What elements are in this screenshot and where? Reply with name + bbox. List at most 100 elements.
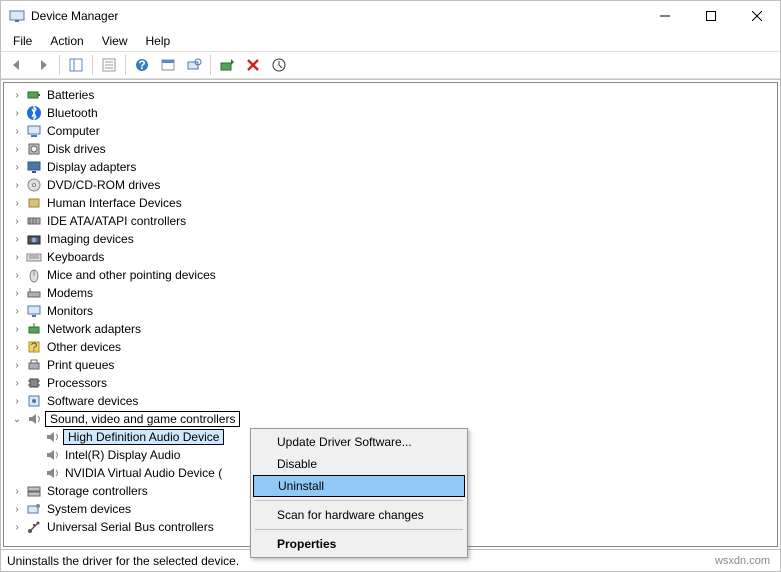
tree-node[interactable]: › Processors (10, 374, 777, 392)
chevron-right-icon[interactable]: › (10, 304, 24, 318)
minimize-button[interactable] (642, 1, 688, 31)
chevron-right-icon[interactable]: › (10, 250, 24, 264)
back-button[interactable] (5, 54, 29, 76)
tree-node-label: Storage controllers (45, 484, 150, 498)
tree-node-label: Universal Serial Bus controllers (45, 520, 216, 534)
close-button[interactable] (734, 1, 780, 31)
show-hide-console-tree-button[interactable] (64, 54, 88, 76)
tree-node[interactable]: ›Software devices (10, 392, 777, 410)
window-title: Device Manager (31, 9, 642, 23)
scan-hardware-button[interactable] (182, 54, 206, 76)
menu-action[interactable]: Action (42, 32, 91, 50)
tree-node[interactable]: ›Keyboards (10, 248, 777, 266)
tree-node[interactable]: › Mice and other pointing devices (10, 266, 777, 284)
ide-icon (26, 213, 42, 229)
dvd-icon (26, 177, 42, 193)
tree-node-label: Mice and other pointing devices (45, 268, 218, 282)
tree-node[interactable]: ›IDE ATA/ATAPI controllers (10, 212, 777, 230)
chevron-right-icon[interactable]: › (10, 106, 24, 120)
tree-node[interactable]: › Bluetooth (10, 104, 777, 122)
properties-button[interactable] (97, 54, 121, 76)
chevron-right-icon[interactable]: › (10, 376, 24, 390)
menu-view[interactable]: View (94, 32, 136, 50)
tree-node-label: Display adapters (45, 160, 138, 174)
menu-file[interactable]: File (5, 32, 40, 50)
monitor-icon (26, 303, 42, 319)
chevron-right-icon[interactable]: › (10, 160, 24, 174)
printer-icon (26, 357, 42, 373)
toolbar: ? (1, 51, 780, 79)
tree-node-label: System devices (45, 502, 133, 516)
tree-node[interactable]: ›DVD/CD-ROM drives (10, 176, 777, 194)
tree-node[interactable]: ›Print queues (10, 356, 777, 374)
chevron-right-icon[interactable]: › (10, 358, 24, 372)
chevron-right-icon[interactable]: › (10, 394, 24, 408)
chevron-right-icon[interactable]: › (10, 322, 24, 336)
tree-node[interactable]: › Imaging devices (10, 230, 777, 248)
tree-node[interactable]: ⌄ Sound, video and game controllers (10, 410, 777, 428)
tree-node[interactable]: › Human Interface Devices (10, 194, 777, 212)
context-menu-item[interactable]: Properties (253, 533, 465, 555)
imaging-icon (26, 231, 42, 247)
update-driver-button[interactable] (215, 54, 239, 76)
chevron-right-icon[interactable]: › (10, 340, 24, 354)
cpu-icon (26, 375, 42, 391)
tree-node-label: Imaging devices (45, 232, 136, 246)
content-area: ›Batteries›Bluetooth›Computer›Disk drive… (1, 79, 780, 549)
chevron-right-icon[interactable]: › (10, 232, 24, 246)
chevron-right-icon[interactable]: › (10, 484, 24, 498)
titlebar: Device Manager (1, 1, 780, 31)
spacer (28, 466, 42, 480)
storage-icon (26, 483, 42, 499)
tree-node-label: Bluetooth (45, 106, 100, 120)
modem-icon (26, 285, 42, 301)
menu-help[interactable]: Help (138, 32, 179, 50)
context-menu-item[interactable]: Uninstall (253, 475, 465, 497)
chevron-right-icon[interactable]: › (10, 142, 24, 156)
tree-node-label: Network adapters (45, 322, 143, 336)
speaker-icon (44, 429, 60, 445)
chevron-right-icon[interactable]: › (10, 88, 24, 102)
tree-node[interactable]: ›Disk drives (10, 140, 777, 158)
chevron-right-icon[interactable]: › (10, 286, 24, 300)
show-hidden-devices-button[interactable] (156, 54, 180, 76)
tree-node[interactable]: ›?Other devices (10, 338, 777, 356)
toolbar-separator (210, 55, 211, 75)
system-icon (26, 501, 42, 517)
chevron-down-icon[interactable]: ⌄ (10, 412, 24, 426)
context-menu-separator (255, 529, 463, 530)
display-icon (26, 159, 42, 175)
chevron-right-icon[interactable]: › (10, 520, 24, 534)
context-menu-item[interactable]: Scan for hardware changes (253, 504, 465, 526)
toolbar-separator (92, 55, 93, 75)
tree-node[interactable]: › Monitors (10, 302, 777, 320)
tree-node-label: Monitors (45, 304, 95, 318)
svg-text:?: ? (31, 340, 38, 354)
chevron-right-icon[interactable]: › (10, 178, 24, 192)
context-menu-item[interactable]: Disable (253, 453, 465, 475)
tree-node-label: High Definition Audio Device (63, 429, 224, 445)
tree-node[interactable]: ›Modems (10, 284, 777, 302)
tree-node[interactable]: › Network adapters (10, 320, 777, 338)
context-menu-separator (255, 500, 463, 501)
add-legacy-hardware-button[interactable] (267, 54, 291, 76)
maximize-button[interactable] (688, 1, 734, 31)
forward-button[interactable] (31, 54, 55, 76)
chevron-right-icon[interactable]: › (10, 124, 24, 138)
context-menu-item[interactable]: Update Driver Software... (253, 431, 465, 453)
chevron-right-icon[interactable]: › (10, 502, 24, 516)
help-button[interactable]: ? (130, 54, 154, 76)
tree-node[interactable]: ›Batteries (10, 86, 777, 104)
tree-node-label: Sound, video and game controllers (45, 411, 240, 427)
tree-node-label: Processors (45, 376, 109, 390)
tree-node[interactable]: › Display adapters (10, 158, 777, 176)
chevron-right-icon[interactable]: › (10, 214, 24, 228)
uninstall-button[interactable] (241, 54, 265, 76)
tree-node[interactable]: ›Computer (10, 122, 777, 140)
battery-icon (26, 87, 42, 103)
device-manager-window: Device Manager File Action View Help ? ›… (0, 0, 781, 572)
mouse-icon (26, 267, 42, 283)
tree-node-label: Human Interface Devices (45, 196, 184, 210)
chevron-right-icon[interactable]: › (10, 268, 24, 282)
chevron-right-icon[interactable]: › (10, 196, 24, 210)
